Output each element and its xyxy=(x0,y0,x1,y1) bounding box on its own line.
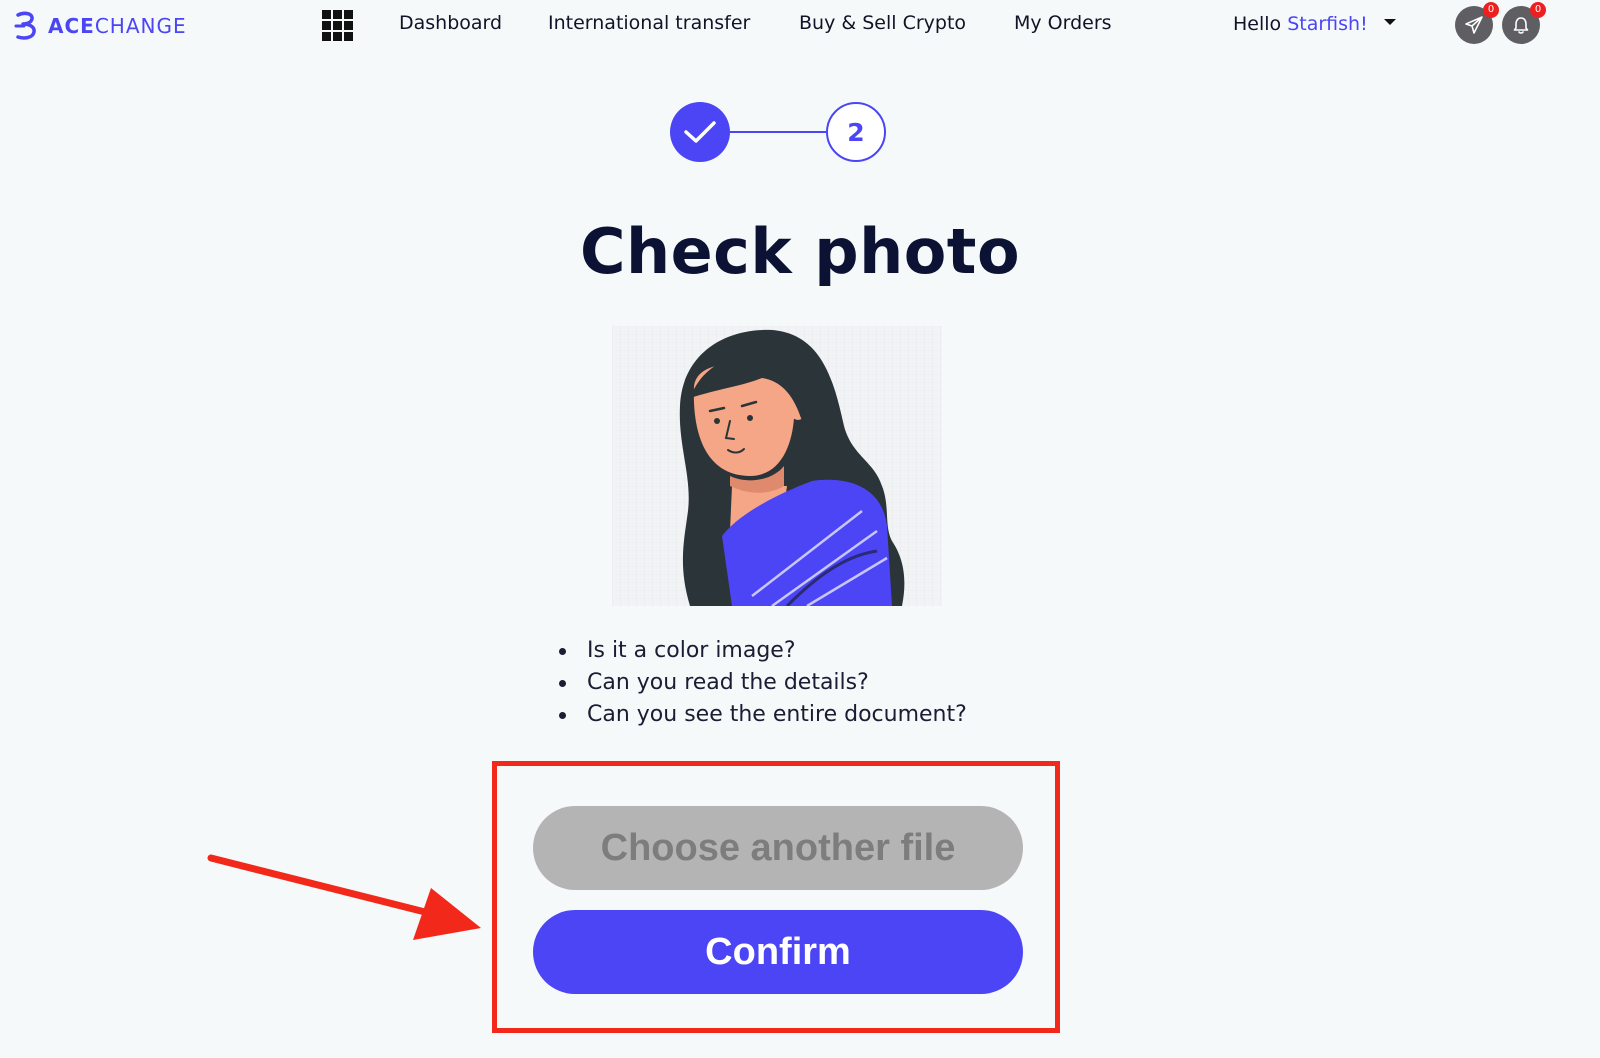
notifications-button[interactable]: 0 xyxy=(1502,2,1546,44)
list-item: Is it a color image? xyxy=(555,635,967,667)
nav-my-orders[interactable]: My Orders xyxy=(1014,12,1112,34)
nav-dashboard[interactable]: Dashboard xyxy=(399,12,502,34)
step-1-complete xyxy=(670,102,730,162)
top-navigation: ACECHANGE Dashboard International transf… xyxy=(0,0,1600,52)
annotation-arrow-icon xyxy=(207,854,481,940)
logo-text: ACECHANGE xyxy=(48,14,187,38)
photo-checklist: Is it a color image? Can you read the de… xyxy=(555,635,967,731)
grid-icon[interactable] xyxy=(322,10,353,41)
confirm-button[interactable]: Confirm xyxy=(533,910,1023,994)
list-item: Can you read the details? xyxy=(555,667,967,699)
step-2-current: 2 xyxy=(826,102,886,162)
messages-button[interactable]: 0 xyxy=(1455,2,1499,44)
greeting: Hello xyxy=(1233,13,1282,35)
uploaded-photo-preview xyxy=(612,326,942,606)
chevron-down-icon xyxy=(1383,18,1396,25)
bell-icon xyxy=(1513,17,1529,34)
messages-badge: 0 xyxy=(1483,2,1499,18)
nav-buy-sell-crypto[interactable]: Buy & Sell Crypto xyxy=(799,12,966,34)
choose-another-file-button[interactable]: Choose another file xyxy=(533,806,1023,890)
logo[interactable]: ACECHANGE xyxy=(14,11,187,41)
step-connector xyxy=(730,131,826,133)
nav-international-transfer[interactable]: International transfer xyxy=(548,12,750,34)
checkmark-icon xyxy=(684,121,716,143)
page-title: Check photo xyxy=(579,215,1021,288)
paper-plane-icon xyxy=(1465,16,1483,34)
notifications-badge: 0 xyxy=(1530,2,1546,18)
progress-stepper: 2 xyxy=(670,102,886,162)
logo-icon xyxy=(14,11,36,40)
username: Starfish! xyxy=(1287,13,1368,35)
list-item: Can you see the entire document? xyxy=(555,699,967,731)
user-menu[interactable]: Hello Starfish! xyxy=(1233,13,1396,35)
